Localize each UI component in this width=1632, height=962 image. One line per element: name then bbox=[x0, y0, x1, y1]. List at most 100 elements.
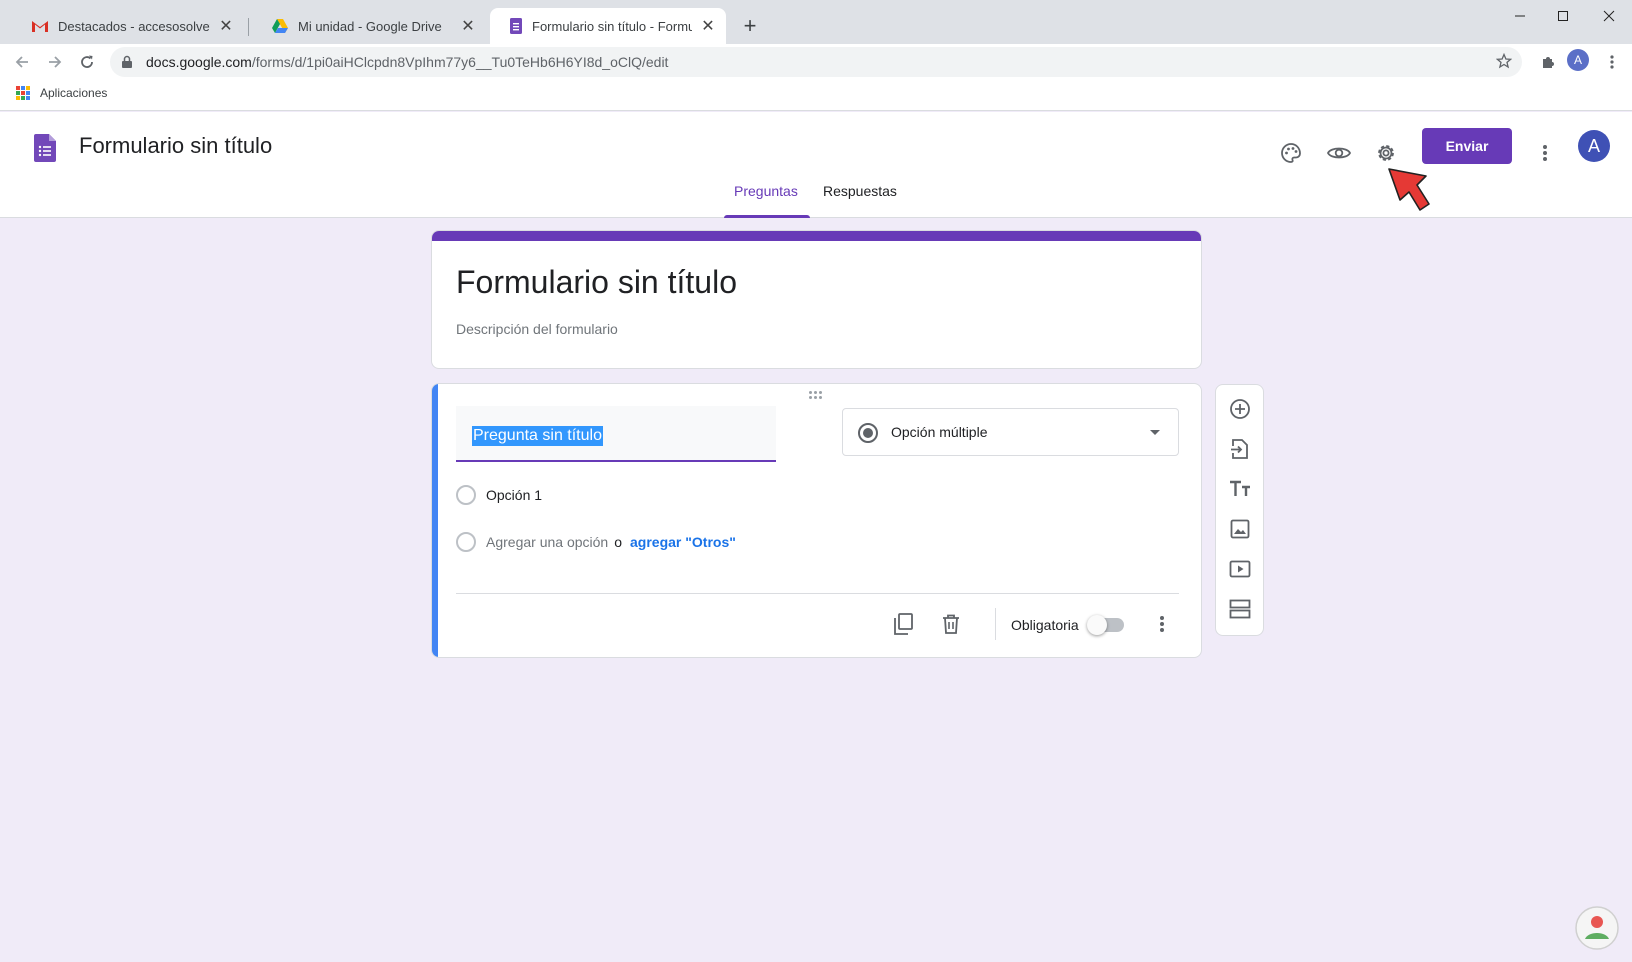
bookmarks-bar: Aplicaciones bbox=[0, 80, 1632, 111]
import-questions-button[interactable] bbox=[1228, 437, 1252, 461]
delete-button[interactable] bbox=[937, 610, 965, 638]
add-question-icon bbox=[1230, 399, 1250, 419]
option-row[interactable]: Opción 1 bbox=[456, 485, 542, 505]
drag-handle-icon[interactable] bbox=[809, 391, 822, 399]
title-card-accent-bar bbox=[432, 231, 1201, 241]
more-vert-icon bbox=[1543, 145, 1547, 161]
tab-title: Mi unidad - Google Drive bbox=[298, 18, 442, 34]
active-tab-indicator bbox=[724, 215, 810, 218]
minimize-icon bbox=[1515, 15, 1525, 17]
maximize-button[interactable] bbox=[1540, 0, 1586, 32]
or-separator: o bbox=[614, 534, 622, 550]
close-icon[interactable]: ✕ bbox=[218, 18, 234, 35]
account-avatar[interactable]: A bbox=[1578, 130, 1610, 162]
question-type-select[interactable]: Opción múltiple bbox=[842, 408, 1179, 456]
lock-icon bbox=[122, 55, 132, 68]
browser-profile-avatar[interactable]: A bbox=[1567, 49, 1589, 71]
star-icon[interactable] bbox=[1496, 53, 1512, 69]
video-icon bbox=[1229, 560, 1251, 578]
question-footer-divider bbox=[456, 593, 1179, 594]
pointer-arrow-icon bbox=[1388, 168, 1430, 211]
add-other-link[interactable]: agregar "Otros" bbox=[630, 534, 736, 550]
import-questions-icon bbox=[1231, 439, 1248, 459]
browser-toolbar: docs.google.com/forms/d/1pi0aiHClcpdn8Vp… bbox=[0, 44, 1632, 80]
more-vert-icon bbox=[1610, 55, 1614, 69]
window-close-button[interactable] bbox=[1586, 0, 1632, 32]
radio-unchecked-icon bbox=[456, 485, 476, 505]
forward-button[interactable] bbox=[43, 50, 67, 74]
puzzle-icon bbox=[1543, 57, 1554, 68]
section-icon bbox=[1229, 599, 1251, 619]
reload-icon bbox=[81, 55, 93, 68]
customize-theme-button[interactable] bbox=[1271, 133, 1311, 173]
eye-icon bbox=[1327, 147, 1351, 159]
add-title-button[interactable] bbox=[1228, 477, 1252, 501]
more-vert-icon bbox=[1160, 616, 1164, 632]
add-video-button[interactable] bbox=[1228, 557, 1252, 581]
copy-icon bbox=[894, 613, 913, 635]
question-type-label: Opción múltiple bbox=[891, 424, 988, 440]
extensions-button[interactable] bbox=[1536, 50, 1560, 74]
add-option-row: Agregar una opción o agregar "Otros" bbox=[456, 532, 736, 552]
close-icon bbox=[1603, 10, 1615, 22]
close-icon[interactable]: ✕ bbox=[700, 18, 716, 35]
required-toggle[interactable] bbox=[1087, 615, 1124, 635]
gmail-icon bbox=[32, 21, 48, 32]
back-button[interactable] bbox=[10, 50, 34, 74]
more-options-button[interactable] bbox=[1525, 133, 1565, 173]
apps-label: Aplicaciones bbox=[40, 86, 108, 100]
form-description-input[interactable]: Descripción del formulario bbox=[456, 321, 618, 337]
tab-gmail[interactable]: Destacados - accesosolvetic1@gm ✕ bbox=[12, 8, 244, 44]
radio-unchecked-icon bbox=[456, 532, 476, 552]
trash-icon bbox=[943, 614, 959, 634]
tab-title: Destacados - accesosolvetic1@gm bbox=[58, 18, 210, 34]
add-option-input[interactable]: Agregar una opción bbox=[486, 534, 608, 550]
url-path: /forms/d/1pi0aiHClcpdn8VpIhm77y6__Tu0TeH… bbox=[251, 54, 669, 70]
form-title-card: Formulario sin título Descripción del fo… bbox=[431, 230, 1202, 369]
tab-separator bbox=[248, 18, 249, 36]
footer-separator bbox=[995, 608, 996, 640]
minimize-button[interactable] bbox=[1497, 0, 1543, 32]
apps-grid-icon bbox=[16, 86, 30, 100]
form-title-input[interactable]: Formulario sin título bbox=[456, 264, 737, 301]
tab-forms[interactable]: Formulario sin título - Formulario ✕ bbox=[490, 8, 726, 44]
reload-button[interactable] bbox=[75, 50, 99, 74]
floating-toolbar bbox=[1215, 384, 1264, 636]
url-host: docs.google.com bbox=[146, 54, 252, 70]
google-drive-icon bbox=[272, 19, 288, 33]
add-image-button[interactable] bbox=[1228, 517, 1252, 541]
address-bar[interactable]: docs.google.com/forms/d/1pi0aiHClcpdn8Vp… bbox=[110, 47, 1522, 77]
browser-tab-strip: Destacados - accesosolvetic1@gm ✕ Mi uni… bbox=[0, 0, 1632, 44]
google-forms-logo-icon[interactable] bbox=[34, 134, 56, 162]
tab-questions[interactable]: Preguntas bbox=[734, 183, 798, 199]
question-title-input[interactable]: Pregunta sin título bbox=[456, 406, 776, 462]
tab-title: Formulario sin título - Formulario bbox=[532, 18, 692, 34]
option-label[interactable]: Opción 1 bbox=[486, 487, 542, 503]
add-question-button[interactable] bbox=[1228, 397, 1252, 421]
duplicate-button[interactable] bbox=[889, 610, 917, 638]
preview-button[interactable] bbox=[1319, 133, 1359, 173]
new-tab-button[interactable]: + bbox=[738, 13, 762, 38]
close-icon[interactable]: ✕ bbox=[460, 18, 476, 35]
tab-drive[interactable]: Mi unidad - Google Drive ✕ bbox=[252, 8, 486, 44]
browser-menu-button[interactable] bbox=[1600, 50, 1624, 74]
question-card[interactable]: Pregunta sin título Opción múltiple Opci… bbox=[431, 383, 1202, 658]
site-watermark-logo bbox=[1575, 906, 1619, 950]
question-title-text: Pregunta sin título bbox=[472, 426, 603, 446]
document-title[interactable]: Formulario sin título bbox=[79, 133, 272, 159]
apps-bookmark[interactable]: Aplicaciones bbox=[16, 86, 107, 100]
title-text-icon bbox=[1230, 480, 1250, 496]
url-text: docs.google.com/forms/d/1pi0aiHClcpdn8Vp… bbox=[146, 54, 668, 70]
tab-responses[interactable]: Respuestas bbox=[823, 183, 897, 199]
palette-icon bbox=[1281, 143, 1301, 163]
send-button[interactable]: Enviar bbox=[1422, 128, 1512, 164]
dropdown-arrow-icon bbox=[1150, 430, 1160, 435]
image-icon bbox=[1230, 519, 1250, 539]
maximize-icon bbox=[1558, 11, 1568, 21]
question-more-button[interactable] bbox=[1148, 610, 1176, 638]
arrow-left-icon bbox=[15, 56, 28, 68]
radio-button-checked-icon bbox=[858, 423, 878, 443]
toggle-knob bbox=[1087, 615, 1107, 635]
add-section-button[interactable] bbox=[1228, 597, 1252, 621]
google-forms-icon bbox=[510, 18, 522, 34]
